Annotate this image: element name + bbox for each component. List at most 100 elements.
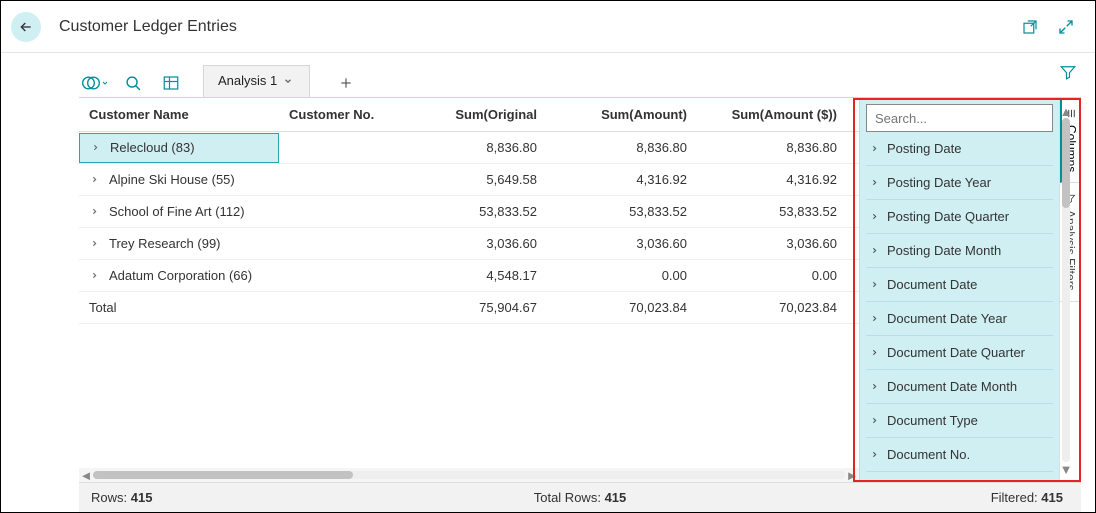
field-search-input[interactable] bbox=[866, 104, 1053, 132]
cell-sum-amount: 3,036.60 bbox=[559, 236, 709, 251]
scroll-up-arrow[interactable]: ▲ bbox=[1059, 104, 1073, 118]
chevron-right-icon bbox=[870, 348, 879, 357]
field-item[interactable]: Posting Date Year bbox=[866, 166, 1053, 200]
field-item[interactable]: Document Date bbox=[866, 268, 1053, 302]
chevron-right-icon bbox=[870, 178, 879, 187]
back-button[interactable] bbox=[11, 12, 41, 42]
field-label: Document Date bbox=[887, 277, 977, 292]
field-item[interactable]: Posting Date Month bbox=[866, 234, 1053, 268]
analysis-mode-button[interactable] bbox=[81, 69, 109, 97]
arrow-left-icon bbox=[18, 19, 34, 35]
cell-sum-original: 53,833.52 bbox=[409, 204, 559, 219]
cell-customer-name: Adatum Corporation (66) bbox=[109, 268, 252, 283]
expand-chevron-icon[interactable] bbox=[89, 175, 99, 185]
view-options-button[interactable] bbox=[157, 69, 185, 97]
chevron-down-icon bbox=[101, 79, 109, 87]
chevron-right-icon bbox=[870, 144, 879, 153]
chevron-right-icon bbox=[870, 314, 879, 323]
page-header: Customer Ledger Entries bbox=[1, 1, 1095, 53]
cell-sum-amount: 53,833.52 bbox=[559, 204, 709, 219]
total-sum-amount-usd: 70,023.84 bbox=[709, 300, 859, 315]
pivot-icon bbox=[81, 73, 101, 93]
new-tab-button[interactable] bbox=[332, 69, 360, 97]
expand-chevron-icon[interactable] bbox=[89, 271, 99, 281]
filter-pane-toggle[interactable] bbox=[1057, 61, 1079, 83]
scroll-right-arrow[interactable]: ► bbox=[845, 468, 859, 482]
content-area: Customer Name Customer No. Sum(Original … bbox=[79, 97, 1081, 482]
field-label: Document Date Month bbox=[887, 379, 1017, 394]
cell-customer-name: Relecloud (83) bbox=[110, 140, 195, 155]
field-item[interactable]: Document Date Year bbox=[866, 302, 1053, 336]
expand-chevron-icon[interactable] bbox=[89, 239, 99, 249]
total-sum-original: 75,904.67 bbox=[409, 300, 559, 315]
scroll-thumb[interactable] bbox=[93, 471, 353, 479]
total-rows-summary: Total Rows: 415 bbox=[534, 490, 627, 505]
field-label: Posting Date bbox=[887, 141, 961, 156]
field-label: Document Type bbox=[887, 413, 978, 428]
table-row[interactable]: Alpine Ski House (55) 5,649.58 4,316.92 … bbox=[79, 164, 859, 196]
cell-sum-amount-usd: 4,316.92 bbox=[709, 172, 859, 187]
collapse-icon bbox=[1057, 18, 1075, 36]
cell-customer-name: School of Fine Art (112) bbox=[109, 204, 245, 219]
table-row[interactable]: Adatum Corporation (66) 4,548.17 0.00 0.… bbox=[79, 260, 859, 292]
tab-label: Analysis 1 bbox=[218, 73, 277, 88]
expand-chevron-icon[interactable] bbox=[89, 207, 99, 217]
search-button[interactable] bbox=[119, 69, 147, 97]
cell-sum-amount: 8,836.80 bbox=[559, 140, 709, 155]
field-label: Posting Date Month bbox=[887, 243, 1001, 258]
open-new-window-button[interactable] bbox=[1019, 16, 1041, 38]
scroll-down-arrow[interactable]: ▼ bbox=[1059, 462, 1073, 476]
column-header-customer-name[interactable]: Customer Name bbox=[79, 107, 279, 122]
cell-sum-original: 3,036.60 bbox=[409, 236, 559, 251]
column-header-customer-no[interactable]: Customer No. bbox=[279, 107, 409, 122]
cell-sum-amount: 0.00 bbox=[559, 268, 709, 283]
column-headers: Customer Name Customer No. Sum(Original … bbox=[79, 98, 859, 132]
table-row[interactable]: Relecloud (83) 8,836.80 8,836.80 8,836.8… bbox=[79, 132, 859, 164]
status-bar: Rows: 415 Total Rows: 415 Filtered: 415 bbox=[79, 482, 1081, 512]
scroll-thumb[interactable] bbox=[1062, 118, 1070, 208]
column-header-sum-original[interactable]: Sum(Original bbox=[409, 107, 559, 122]
column-chooser-panel: Posting Date Posting Date Year Posting D… bbox=[859, 98, 1059, 482]
expand-chevron-icon[interactable] bbox=[90, 143, 100, 153]
field-item[interactable]: Document Date Quarter bbox=[866, 336, 1053, 370]
funnel-icon bbox=[1059, 63, 1077, 81]
chevron-down-icon bbox=[283, 76, 293, 86]
toolbar: Analysis 1 bbox=[1, 53, 1095, 97]
field-label: Posting Date Year bbox=[887, 175, 991, 190]
chevron-right-icon bbox=[870, 450, 879, 459]
scroll-left-arrow[interactable]: ◄ bbox=[79, 468, 93, 482]
field-label: Document Date Quarter bbox=[887, 345, 1025, 360]
cell-sum-amount-usd: 3,036.60 bbox=[709, 236, 859, 251]
data-grid: Customer Name Customer No. Sum(Original … bbox=[79, 98, 859, 482]
column-header-sum-amount[interactable]: Sum(Amount) bbox=[559, 107, 709, 122]
collapse-button[interactable] bbox=[1055, 16, 1077, 38]
vertical-scrollbar[interactable]: ▲ ▼ bbox=[1059, 104, 1073, 476]
total-label: Total bbox=[89, 300, 116, 315]
chevron-right-icon bbox=[870, 212, 879, 221]
table-row[interactable]: School of Fine Art (112) 53,833.52 53,83… bbox=[79, 196, 859, 228]
popout-icon bbox=[1021, 18, 1039, 36]
field-item[interactable]: Document No. bbox=[866, 438, 1053, 472]
grid-body: Relecloud (83) 8,836.80 8,836.80 8,836.8… bbox=[79, 132, 859, 468]
column-header-sum-amount-usd[interactable]: Sum(Amount ($)) bbox=[709, 107, 859, 122]
rows-summary: Rows: 415 bbox=[91, 490, 152, 505]
field-item[interactable]: Posting Date Quarter bbox=[866, 200, 1053, 234]
field-item[interactable]: Document Type bbox=[866, 404, 1053, 438]
field-label: Document No. bbox=[887, 447, 970, 462]
cell-customer-name: Alpine Ski House (55) bbox=[109, 172, 235, 187]
cell-sum-original: 5,649.58 bbox=[409, 172, 559, 187]
page-title: Customer Ledger Entries bbox=[59, 18, 237, 36]
field-list: Posting Date Posting Date Year Posting D… bbox=[866, 132, 1053, 472]
total-row: Total 75,904.67 70,023.84 70,023.84 bbox=[79, 292, 859, 324]
grid-icon bbox=[162, 74, 180, 92]
cell-sum-original: 8,836.80 bbox=[409, 140, 559, 155]
table-row[interactable]: Trey Research (99) 3,036.60 3,036.60 3,0… bbox=[79, 228, 859, 260]
tab-analysis-1[interactable]: Analysis 1 bbox=[203, 65, 310, 97]
chevron-right-icon bbox=[870, 416, 879, 425]
horizontal-scrollbar[interactable]: ◄ ► bbox=[79, 468, 859, 482]
chevron-right-icon bbox=[870, 382, 879, 391]
chevron-right-icon bbox=[870, 280, 879, 289]
cell-sum-amount-usd: 53,833.52 bbox=[709, 204, 859, 219]
field-item[interactable]: Document Date Month bbox=[866, 370, 1053, 404]
field-item[interactable]: Posting Date bbox=[866, 132, 1053, 166]
